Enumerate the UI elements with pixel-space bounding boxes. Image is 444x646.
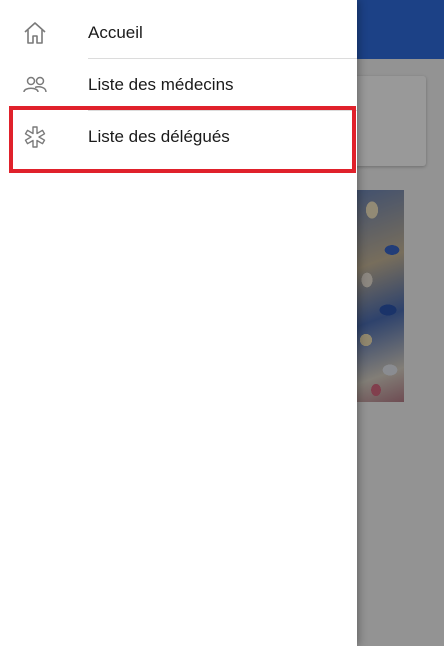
menu-item-label: Accueil xyxy=(88,23,143,42)
menu-item-label: Liste des médecins xyxy=(88,75,234,94)
menu-item-label: Liste des délégués xyxy=(88,127,230,146)
home-icon xyxy=(22,20,48,46)
menu-item-liste-delegues[interactable]: Liste des délégués xyxy=(0,111,357,163)
menu-item-accueil[interactable]: Accueil xyxy=(0,7,357,59)
asterisk-icon xyxy=(22,124,48,150)
navigation-drawer: Accueil Liste des médecins Liste des dél… xyxy=(0,0,357,646)
people-icon xyxy=(22,72,48,98)
app-screen: Accueil Liste des médecins Liste des dél… xyxy=(0,0,444,646)
menu-item-liste-medecins[interactable]: Liste des médecins xyxy=(0,59,357,111)
